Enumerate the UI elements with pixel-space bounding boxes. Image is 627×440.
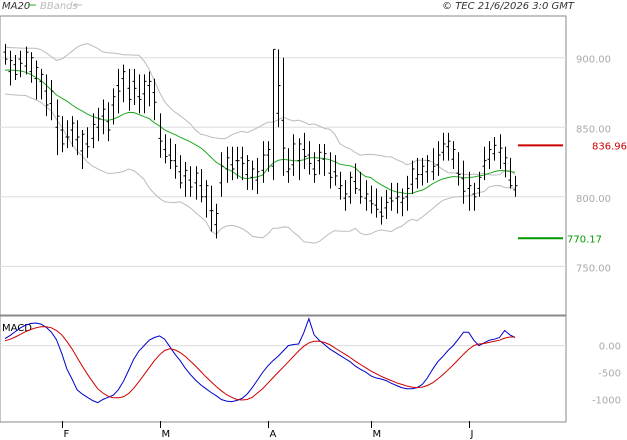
month-label: M [162, 429, 171, 440]
support-label: 770.17 [567, 234, 602, 245]
macd-tick-label: 0.00 [599, 342, 621, 353]
time-axis: FMAMJ [62, 421, 474, 440]
chart-canvas: 900.00 850.00 800.00 750.00 836.96 770.17 M… [0, 1, 627, 440]
price-tick-label: 850.00 [576, 124, 611, 135]
price-tick-label: 800.00 [576, 194, 611, 205]
header: MA20 BBands © TEC 21/6/2026 3:0 GMT [2, 1, 575, 12]
macd-panel: 0.00-500-1000 MACD [0, 315, 621, 423]
month-label: A [270, 429, 277, 440]
month-label: F [64, 429, 70, 440]
price-tick-label: 900.00 [576, 55, 611, 66]
price-panel: 900.00 850.00 800.00 750.00 836.96 770.17 [0, 15, 627, 316]
legend-ma20: MA20 [2, 1, 30, 12]
macd-panel-frame [0, 315, 567, 423]
resistance-label: 836.96 [592, 141, 627, 152]
month-label: J [470, 429, 474, 440]
legend-bbands: BBands [40, 1, 78, 12]
macd-tick-label: -500 [598, 369, 621, 380]
price-tick-label: 750.00 [576, 263, 611, 274]
macd-tick-label: -1000 [592, 395, 621, 406]
copyright-text: © TEC 21/6/2026 3:0 GMT [442, 1, 575, 12]
month-label: M [373, 429, 382, 440]
macd-axis: 0.00 -500 -1000 [592, 342, 621, 407]
